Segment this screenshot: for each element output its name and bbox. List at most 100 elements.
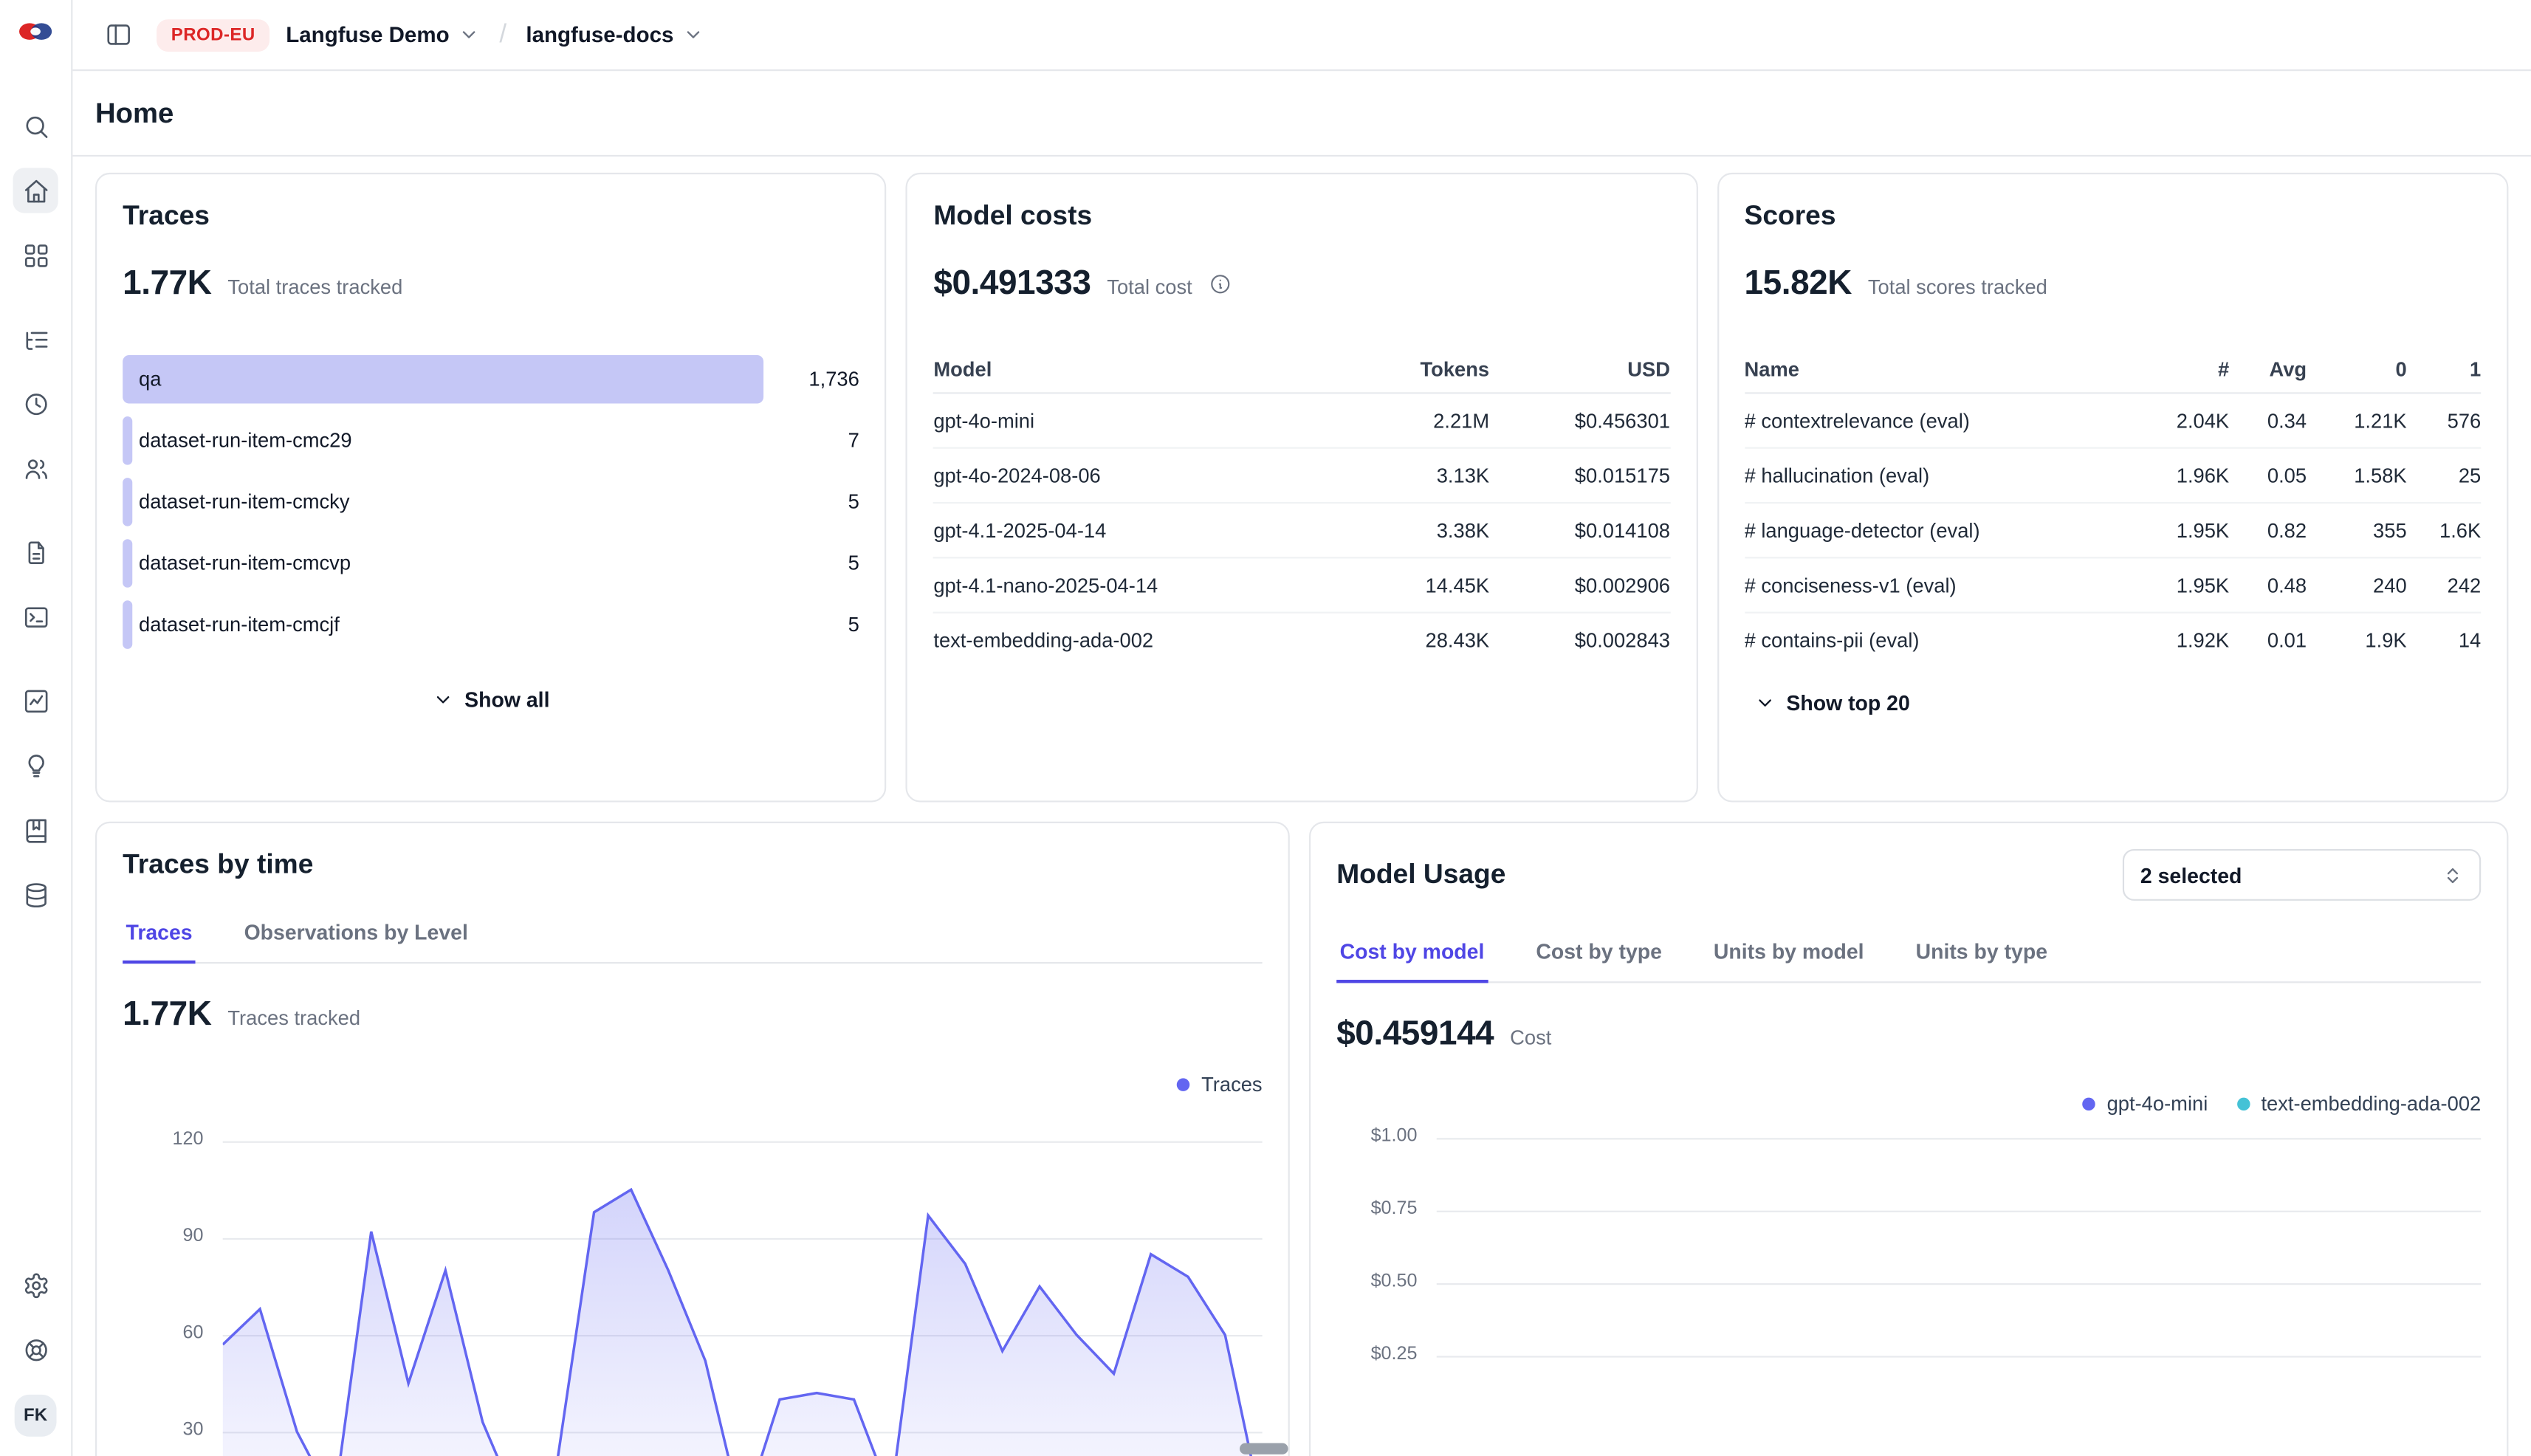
model-costs-table: ModelTokensUSDgpt-4o-mini2.21M$0.456301g… <box>933 346 1670 668</box>
table-cell: # contextrelevance (eval) <box>1745 409 2136 432</box>
traces-tracked-metric: 1.77K <box>123 996 211 1034</box>
y-axis-label: $0.50 <box>1336 1272 1417 1291</box>
table-cell: 240 <box>2307 574 2407 597</box>
table-row: gpt-4.1-2025-04-143.38K$0.014108 <box>933 504 1670 558</box>
tab-units-by-model[interactable]: Units by model <box>1711 927 1867 983</box>
trace-label: dataset-run-item-cmcjf <box>123 614 340 636</box>
home-icon[interactable] <box>13 168 58 213</box>
legend-item[interactable]: text-embedding-ada-002 <box>2237 1093 2482 1116</box>
model-select-value: 2 selected <box>2140 863 2242 887</box>
column-header: 0 <box>2307 357 2407 380</box>
chevron-down-icon <box>432 690 453 710</box>
chevron-down-icon <box>684 24 704 45</box>
trace-value: 1,736 <box>808 368 859 391</box>
horizontal-scrollbar-thumb[interactable] <box>1240 1443 1288 1454</box>
table-cell: $0.002843 <box>1489 630 1670 653</box>
table-cell: $0.015175 <box>1489 464 1670 487</box>
traces-card: Traces 1.77K Total traces tracked qa1,73… <box>95 173 887 803</box>
database-icon[interactable] <box>13 872 58 917</box>
gridline <box>1437 1356 2481 1357</box>
tab-units-by-type[interactable]: Units by type <box>1912 927 2050 983</box>
tab-traces[interactable]: Traces <box>123 907 196 964</box>
trace-row[interactable]: qa1,736 <box>123 355 859 404</box>
settings-gear-icon[interactable] <box>13 1263 58 1308</box>
info-icon[interactable] <box>1209 272 1232 295</box>
support-lifebuoy-icon[interactable] <box>13 1327 58 1372</box>
legend-dot <box>2083 1098 2095 1110</box>
annotation-lightbulb-icon[interactable] <box>13 743 58 788</box>
table-row: gpt-4o-mini2.21M$0.456301 <box>933 394 1670 448</box>
table-row: # hallucination (eval)1.96K0.051.58K25 <box>1745 449 2482 504</box>
card-title: Traces <box>123 200 859 233</box>
playground-terminal-icon[interactable] <box>13 594 58 639</box>
show-all-button[interactable]: Show all <box>432 687 549 712</box>
gridline <box>1437 1211 2481 1212</box>
model-costs-card: Model costs $0.491333 Total cost ModelTo… <box>906 173 1697 803</box>
trace-label: dataset-run-item-cmcvp <box>123 552 351 575</box>
chevron-down-icon <box>1754 693 1775 713</box>
table-row: text-embedding-ada-00228.43K$0.002843 <box>933 614 1670 668</box>
trace-row[interactable]: dataset-run-item-cmcky5 <box>123 478 859 526</box>
user-avatar[interactable]: FK <box>15 1395 57 1437</box>
legend-label: gpt-4o-mini <box>2107 1093 2208 1116</box>
trace-value: 7 <box>848 430 859 453</box>
table-cell: 2.21M <box>1334 409 1489 432</box>
table-cell: 1.21K <box>2307 409 2407 432</box>
table-cell: 1.6K <box>2407 519 2482 542</box>
sidebar-toggle-icon[interactable] <box>95 12 140 57</box>
legend-label: Traces <box>1201 1074 1263 1096</box>
users-icon[interactable] <box>13 445 58 490</box>
environment-badge: PROD-EU <box>157 18 269 51</box>
legend-dot <box>2237 1098 2250 1110</box>
project-switcher[interactable]: langfuse-docs <box>526 23 704 47</box>
topbar: PROD-EU Langfuse Demo / langfuse-docs <box>72 0 2531 71</box>
langfuse-logo-icon[interactable] <box>16 16 55 45</box>
table-row: gpt-4.1-nano-2025-04-1414.45K$0.002906 <box>933 558 1670 613</box>
tracing-list-tree-icon[interactable] <box>13 316 58 361</box>
table-cell: 3.38K <box>1334 519 1489 542</box>
trace-row[interactable]: dataset-run-item-cmc29 7 <box>123 416 859 465</box>
cost-metric: $0.459144 <box>1336 1015 1494 1054</box>
table-cell: 576 <box>2407 409 2482 432</box>
legend-item[interactable]: gpt-4o-mini <box>2083 1093 2208 1116</box>
table-cell: 355 <box>2307 519 2407 542</box>
trace-value: 5 <box>848 552 859 575</box>
table-cell: gpt-4o-2024-08-06 <box>933 464 1334 487</box>
tab-observations-by-level[interactable]: Observations by Level <box>241 907 471 964</box>
traces-total-metric: 1.77K <box>123 265 211 303</box>
search-icon[interactable] <box>13 103 58 148</box>
table-cell: 14.45K <box>1334 574 1489 597</box>
sessions-clock-icon[interactable] <box>13 381 58 426</box>
show-top-20-button[interactable]: Show top 20 <box>1754 691 1910 715</box>
table-cell: $0.456301 <box>1489 409 1670 432</box>
trace-label: dataset-run-item-cmc29 <box>123 430 351 453</box>
evaluation-chart-icon[interactable] <box>13 678 58 723</box>
trace-bar <box>123 355 763 404</box>
org-name: Langfuse Demo <box>286 23 449 47</box>
column-header: Model <box>933 357 1334 380</box>
breadcrumb-separator: / <box>499 20 506 49</box>
traces-tracked-label: Traces tracked <box>227 1007 360 1030</box>
prompts-file-icon[interactable] <box>13 529 58 574</box>
legend-item[interactable]: Traces <box>1177 1074 1262 1096</box>
trace-row[interactable]: dataset-run-item-cmcvp 5 <box>123 539 859 588</box>
org-switcher[interactable]: Langfuse Demo <box>286 23 480 47</box>
traces-by-time-tabs: Traces Observations by Level <box>123 907 1262 964</box>
traces-bar-list: qa1,736dataset-run-item-cmc297dataset-ru… <box>123 355 859 649</box>
table-cell: 3.13K <box>1334 464 1489 487</box>
tab-cost-by-model[interactable]: Cost by model <box>1336 927 1488 983</box>
table-cell: 1.96K <box>2135 464 2229 487</box>
tab-cost-by-type[interactable]: Cost by type <box>1533 927 1665 983</box>
y-axis-label: 30 <box>123 1421 203 1440</box>
table-cell: text-embedding-ada-002 <box>933 630 1334 653</box>
dashboards-grid-icon[interactable] <box>13 233 58 278</box>
y-axis-label: 90 <box>123 1227 203 1246</box>
table-row: gpt-4o-2024-08-063.13K$0.015175 <box>933 449 1670 504</box>
y-axis-label: $1.00 <box>1336 1127 1417 1146</box>
traces-by-time-card: Traces by time TracesObservations by Lev… <box>95 822 1290 1456</box>
model-select[interactable]: 2 selected <box>2123 849 2481 901</box>
datasets-book-icon[interactable] <box>13 807 58 852</box>
trace-row[interactable]: dataset-run-item-cmcjf5 <box>123 600 859 649</box>
table-row: # conciseness-v1 (eval)1.95K0.48240242 <box>1745 558 2482 613</box>
table-cell: # hallucination (eval) <box>1745 464 2136 487</box>
